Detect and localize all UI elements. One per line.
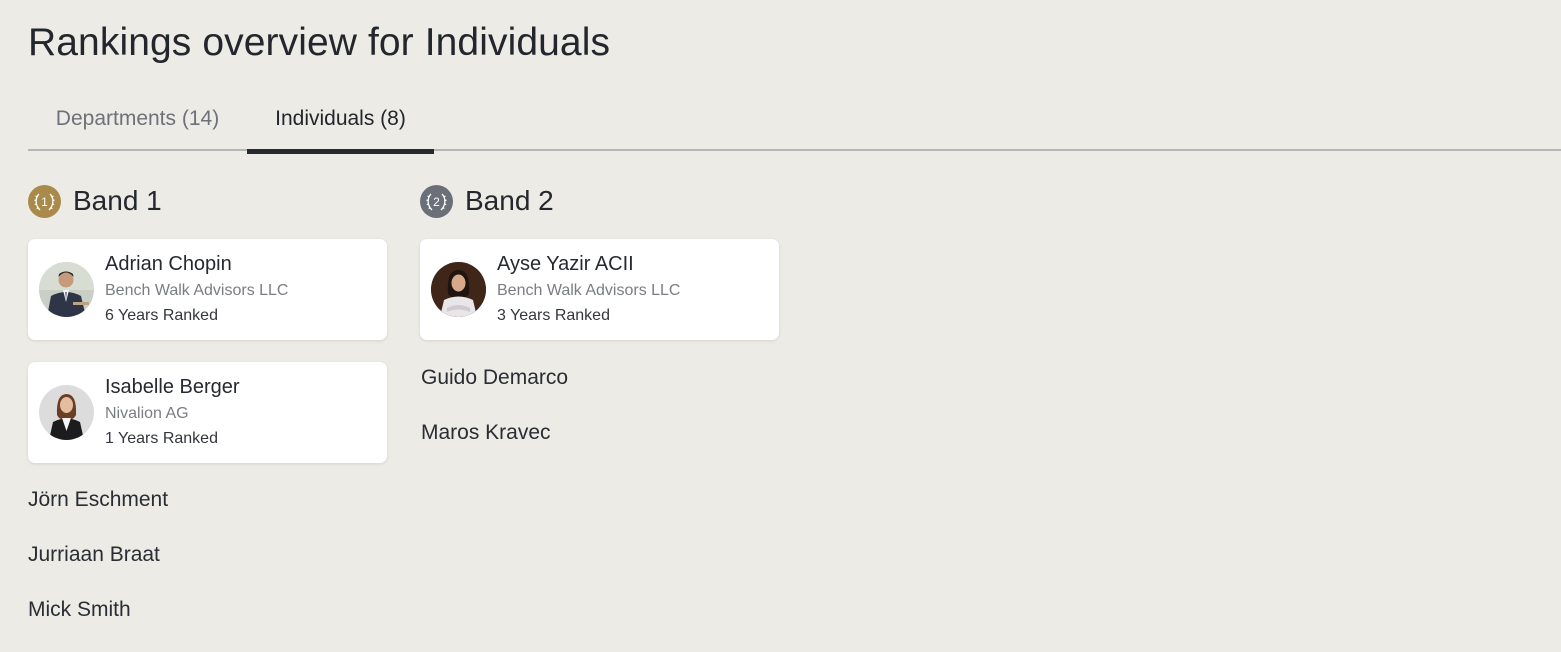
ranked-person-link[interactable]: Jörn Eschment [28, 487, 168, 513]
band-1-column: 1 Band 1 Adrian Chopin Bench Walk Adviso… [28, 183, 388, 621]
ranked-person-link[interactable]: Guido Demarco [421, 365, 568, 391]
person-name: Isabelle Berger [105, 376, 240, 398]
band-2-medal-number: 2 [433, 195, 440, 209]
band-2-title: Band 2 [465, 185, 554, 216]
band-2-header: 2 Band 2 [420, 183, 780, 219]
band-2-column: 2 Band 2 Ayse Yazir ACII Bench Walk Advi… [420, 183, 780, 444]
firm-name: Bench Walk Advisors LLC [497, 282, 681, 299]
ranked-person-card[interactable]: Adrian Chopin Bench Walk Advisors LLC 6 … [28, 239, 387, 340]
years-ranked: 6 Years Ranked [105, 307, 218, 324]
tab-bar: Departments (14) Individuals (8) [28, 88, 1561, 154]
ranked-person-link[interactable]: Maros Kravec [421, 420, 551, 446]
firm-name: Bench Walk Advisors LLC [105, 282, 289, 299]
page-title: Rankings overview for Individuals [28, 21, 611, 64]
laurel-medal-silver-icon: 2 [420, 185, 453, 218]
tab-individuals[interactable]: Individuals (8) [247, 88, 434, 154]
avatar [431, 262, 486, 317]
ranked-person-link[interactable]: Jurriaan Braat [28, 542, 160, 568]
laurel-medal-gold-icon: 1 [28, 185, 61, 218]
firm-name: Nivalion AG [105, 405, 189, 422]
band-1-title: Band 1 [73, 185, 162, 216]
person-name: Ayse Yazir ACII [497, 253, 634, 275]
avatar [39, 385, 94, 440]
band-1-header: 1 Band 1 [28, 183, 388, 219]
rankings-page: Rankings overview for Individuals Depart… [0, 0, 1561, 652]
tab-departments[interactable]: Departments (14) [28, 88, 247, 151]
ranked-person-link[interactable]: Mick Smith [28, 597, 131, 623]
years-ranked: 3 Years Ranked [497, 307, 610, 324]
avatar [39, 262, 94, 317]
years-ranked: 1 Years Ranked [105, 430, 218, 447]
band-1-medal-number: 1 [41, 195, 48, 209]
person-name: Adrian Chopin [105, 253, 232, 275]
ranked-person-card[interactable]: Isabelle Berger Nivalion AG 1 Years Rank… [28, 362, 387, 463]
ranked-person-card[interactable]: Ayse Yazir ACII Bench Walk Advisors LLC … [420, 239, 779, 340]
